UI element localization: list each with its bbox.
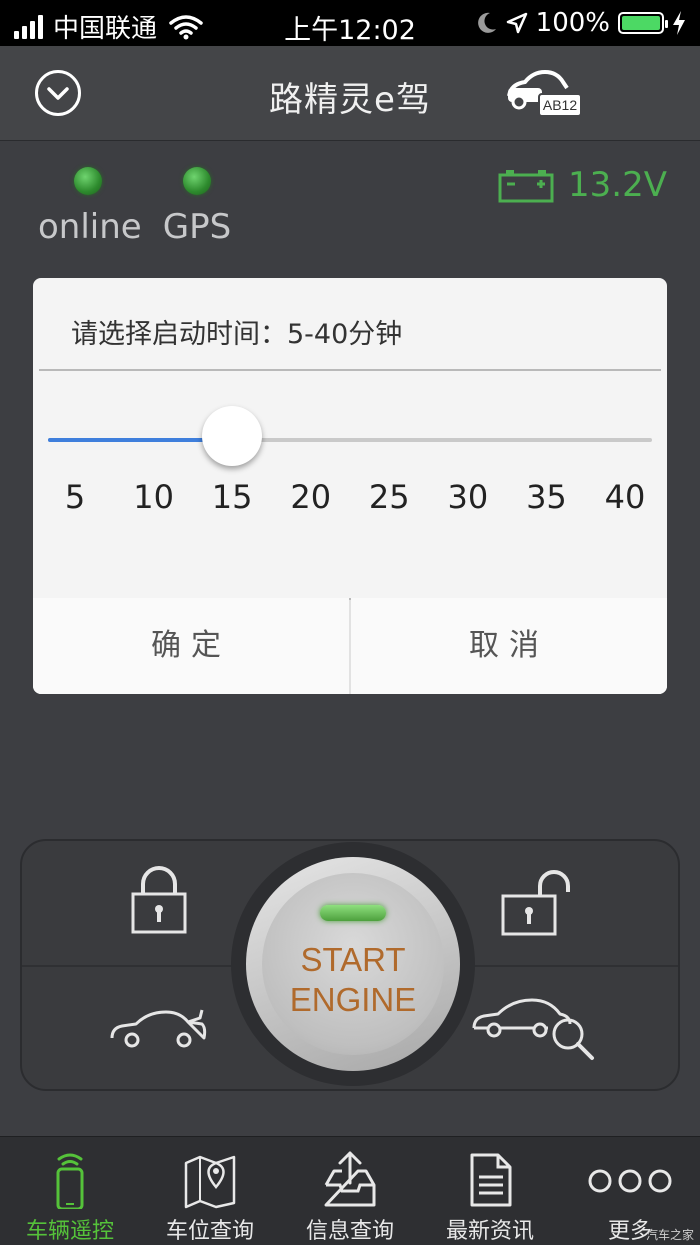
document-icon bbox=[470, 1153, 512, 1207]
tab-label: 最新资讯 bbox=[445, 1219, 534, 1244]
battery-icon bbox=[618, 12, 668, 34]
time-slider-track[interactable] bbox=[48, 438, 652, 442]
start-led-icon bbox=[320, 905, 386, 921]
watermark: 汽车之家 bbox=[645, 1228, 694, 1242]
battery-voltage-icon bbox=[498, 170, 554, 203]
gps-led-icon bbox=[183, 167, 211, 195]
phone-signal-icon bbox=[56, 1153, 84, 1209]
trunk-button[interactable] bbox=[108, 1000, 208, 1056]
tab-info-query[interactable]: 信息查询 bbox=[280, 1137, 420, 1245]
moon-icon bbox=[477, 12, 496, 33]
location-arrow-icon bbox=[506, 12, 527, 34]
status-bar: 中国联通 上午12:02 100% bbox=[0, 0, 700, 46]
tab-parking-query[interactable]: 车位查询 bbox=[140, 1137, 280, 1245]
slider-tick-label: 25 bbox=[368, 478, 410, 516]
map-pin-icon bbox=[184, 1155, 236, 1209]
app-title: 路精灵e驾 bbox=[269, 80, 431, 120]
gps-label: GPS bbox=[162, 207, 232, 247]
dialog-title: 请选择启动时间：5-40分钟 bbox=[71, 319, 403, 350]
charging-bolt-icon bbox=[673, 11, 685, 35]
slider-tick-label: 40 bbox=[604, 478, 646, 516]
slider-tick-label: 20 bbox=[290, 478, 332, 516]
tab-label: 信息查询 bbox=[305, 1219, 394, 1244]
unlock-button[interactable] bbox=[500, 866, 580, 942]
unlock-icon bbox=[501, 870, 570, 936]
car-plate-icon: AB12 bbox=[507, 69, 582, 117]
slider-tick-label: 5 bbox=[64, 478, 86, 516]
gps-indicator: GPS bbox=[160, 167, 234, 247]
cancel-button[interactable]: 取消 bbox=[351, 598, 667, 694]
lock-button[interactable] bbox=[130, 864, 188, 940]
slider-tick-label: 30 bbox=[447, 478, 489, 516]
online-label: online bbox=[38, 207, 142, 247]
slider-tick-label: 10 bbox=[133, 478, 174, 516]
car-trunk-icon bbox=[110, 1009, 207, 1048]
slider-tick-label: 35 bbox=[526, 478, 567, 516]
vehicle-switch-button[interactable]: AB12 bbox=[505, 66, 585, 122]
tab-label: 车位查询 bbox=[165, 1219, 254, 1244]
slider-tick-label: 15 bbox=[211, 478, 253, 516]
tab-bar: 车辆遥控 车位查询 信息查询 最新资讯 更多 bbox=[0, 1136, 700, 1245]
more-dots-icon bbox=[588, 1169, 672, 1193]
start-label-line2: ENGINE bbox=[289, 981, 417, 1018]
navigation-bar: 路精灵e驾 AB12 bbox=[0, 46, 700, 141]
start-label-line1: START bbox=[300, 941, 406, 978]
online-led-icon bbox=[74, 167, 102, 195]
tab-remote-control[interactable]: 车辆遥控 bbox=[0, 1137, 140, 1245]
voltage-indicator: 13.2V bbox=[498, 165, 667, 205]
lock-icon bbox=[131, 866, 187, 934]
inbox-upload-icon bbox=[324, 1151, 376, 1207]
online-indicator: online bbox=[38, 167, 142, 247]
dialog-divider-top bbox=[39, 369, 661, 371]
start-engine-label: START ENGINE bbox=[262, 940, 444, 1020]
tab-label: 车辆遥控 bbox=[25, 1219, 114, 1244]
voltage-value: 13.2V bbox=[568, 165, 667, 205]
find-car-button[interactable] bbox=[470, 990, 600, 1066]
battery-percent: 100% bbox=[535, 8, 610, 38]
confirm-button[interactable]: 确定 bbox=[33, 598, 349, 694]
plate-text: AB12 bbox=[543, 97, 577, 113]
tab-latest-news[interactable]: 最新资讯 bbox=[420, 1137, 560, 1245]
start-time-dialog: 请选择启动时间：5-40分钟 5 10 15 20 25 30 35 40 确定 取消 bbox=[33, 278, 667, 694]
car-search-icon bbox=[472, 998, 594, 1060]
time-slider-thumb[interactable] bbox=[202, 406, 263, 466]
status-right: 100% bbox=[476, 8, 686, 38]
